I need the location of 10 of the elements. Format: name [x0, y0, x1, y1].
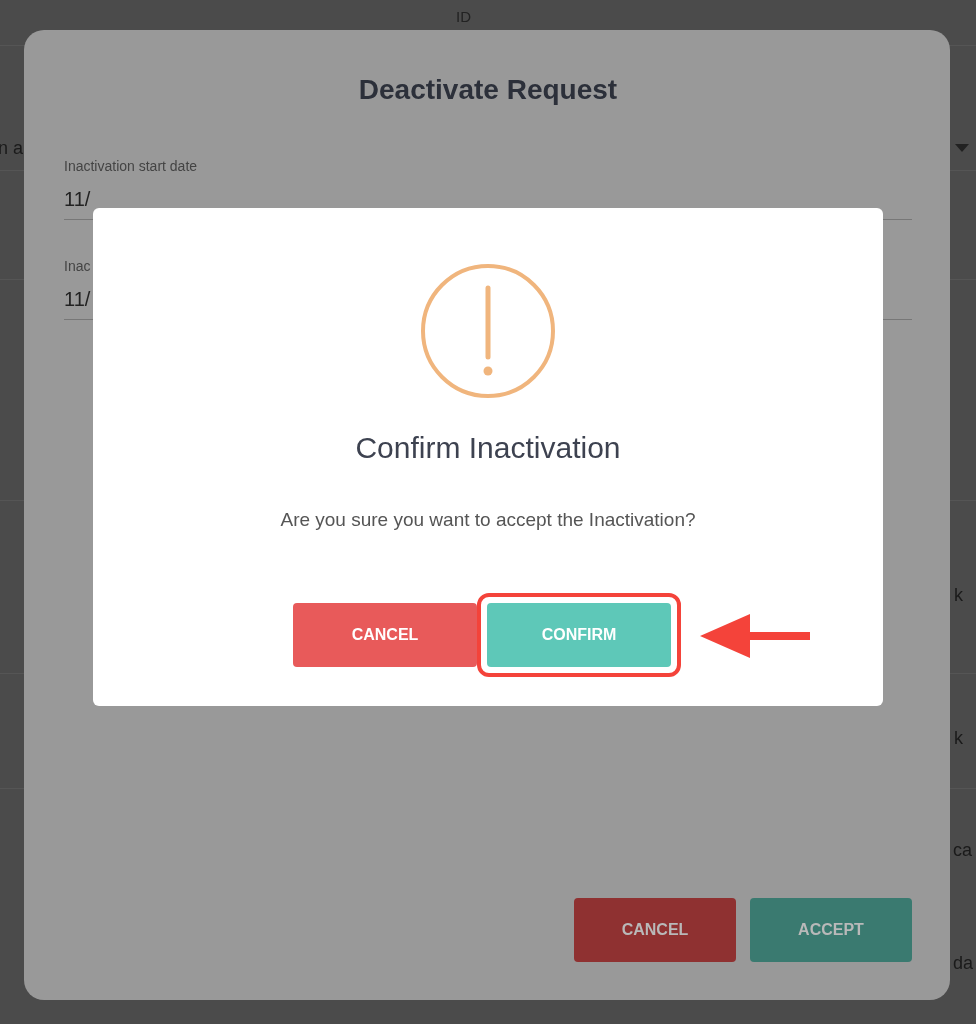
confirm-title: Confirm Inactivation [355, 431, 621, 465]
dialog-title: Deactivate Request [357, 74, 619, 106]
warning-icon [420, 263, 556, 399]
confirm-button[interactable]: CONFIRM [487, 603, 671, 667]
arrow-icon [700, 614, 812, 658]
confirm-message: Are you sure you want to accept the Inactivation? [280, 509, 696, 531]
cancel-button[interactable]: CANCEL [293, 603, 477, 667]
cancel-button[interactable]: CANCEL [574, 898, 736, 962]
accept-button[interactable]: ACCEPT [750, 898, 912, 962]
dropdown-caret-icon [955, 144, 969, 152]
